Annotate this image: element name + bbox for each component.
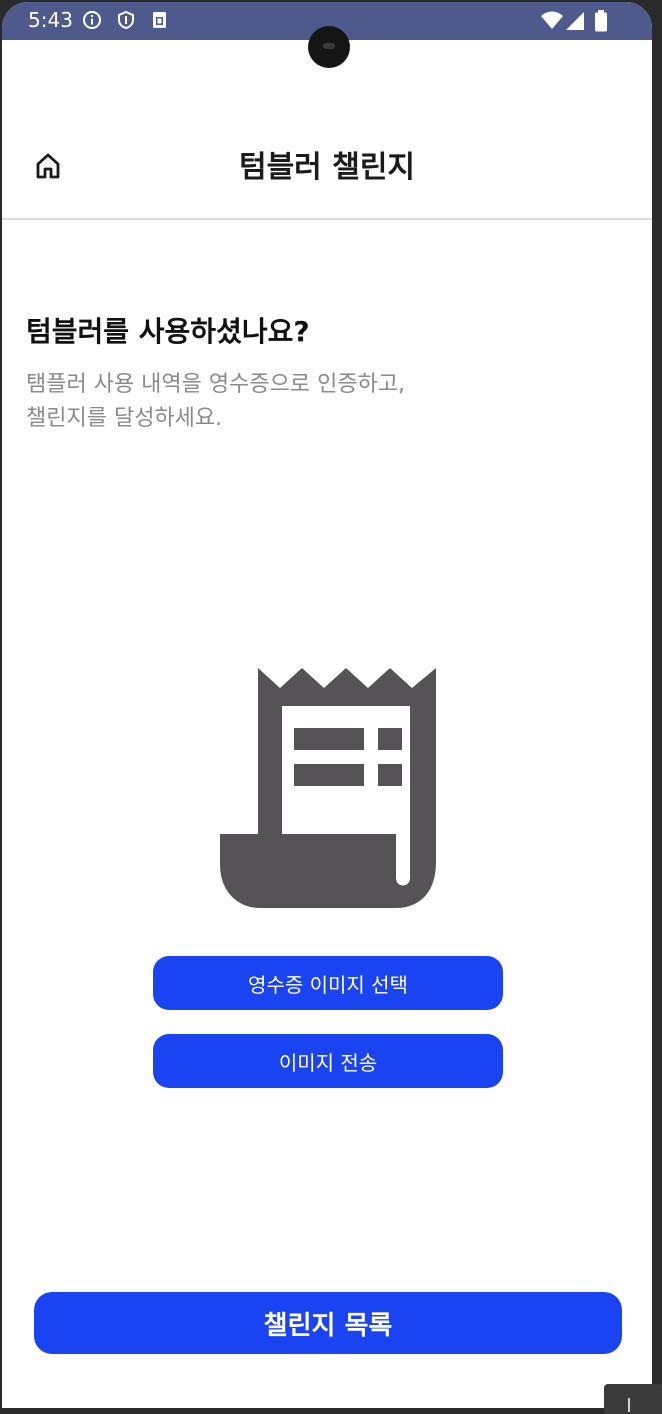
receipt-icon (220, 668, 436, 908)
subtext-line-1: 탬플러 사용 내역을 영수증으로 인증하고, (26, 372, 406, 397)
status-time: 5:43 (28, 8, 73, 32)
subtext-line-2: 챌린지를 달성하세요. (26, 406, 223, 431)
shield-icon (118, 10, 134, 30)
select-receipt-image-button[interactable]: 영수증 이미지 선택 (153, 956, 503, 1010)
wifi-icon (541, 11, 563, 29)
battery-icon (595, 10, 607, 32)
app-title: 텀블러 챌린지 (238, 150, 416, 185)
info-icon (83, 11, 101, 29)
send-image-button[interactable]: 이미지 전송 (153, 1034, 503, 1088)
corner-handle[interactable] (604, 1384, 662, 1414)
page-heading: 텀블러를 사용하셨나요? (26, 315, 310, 348)
sim-card-icon (153, 12, 166, 28)
page-subtext: 탬플러 사용 내역을 영수증으로 인증하고, 챌린지를 달성하세요. (26, 368, 405, 436)
challenge-list-button[interactable]: 챌린지 목록 (34, 1292, 622, 1354)
app-bar: 텀블러 챌린지 (2, 122, 652, 220)
phone-screen: 5:43 텀블러 챌린지 텀블러를 사용하셨나요? 탬플러 사용 내역을 영수증… (2, 2, 652, 1408)
front-camera (308, 26, 350, 68)
signal-icon (566, 12, 584, 30)
